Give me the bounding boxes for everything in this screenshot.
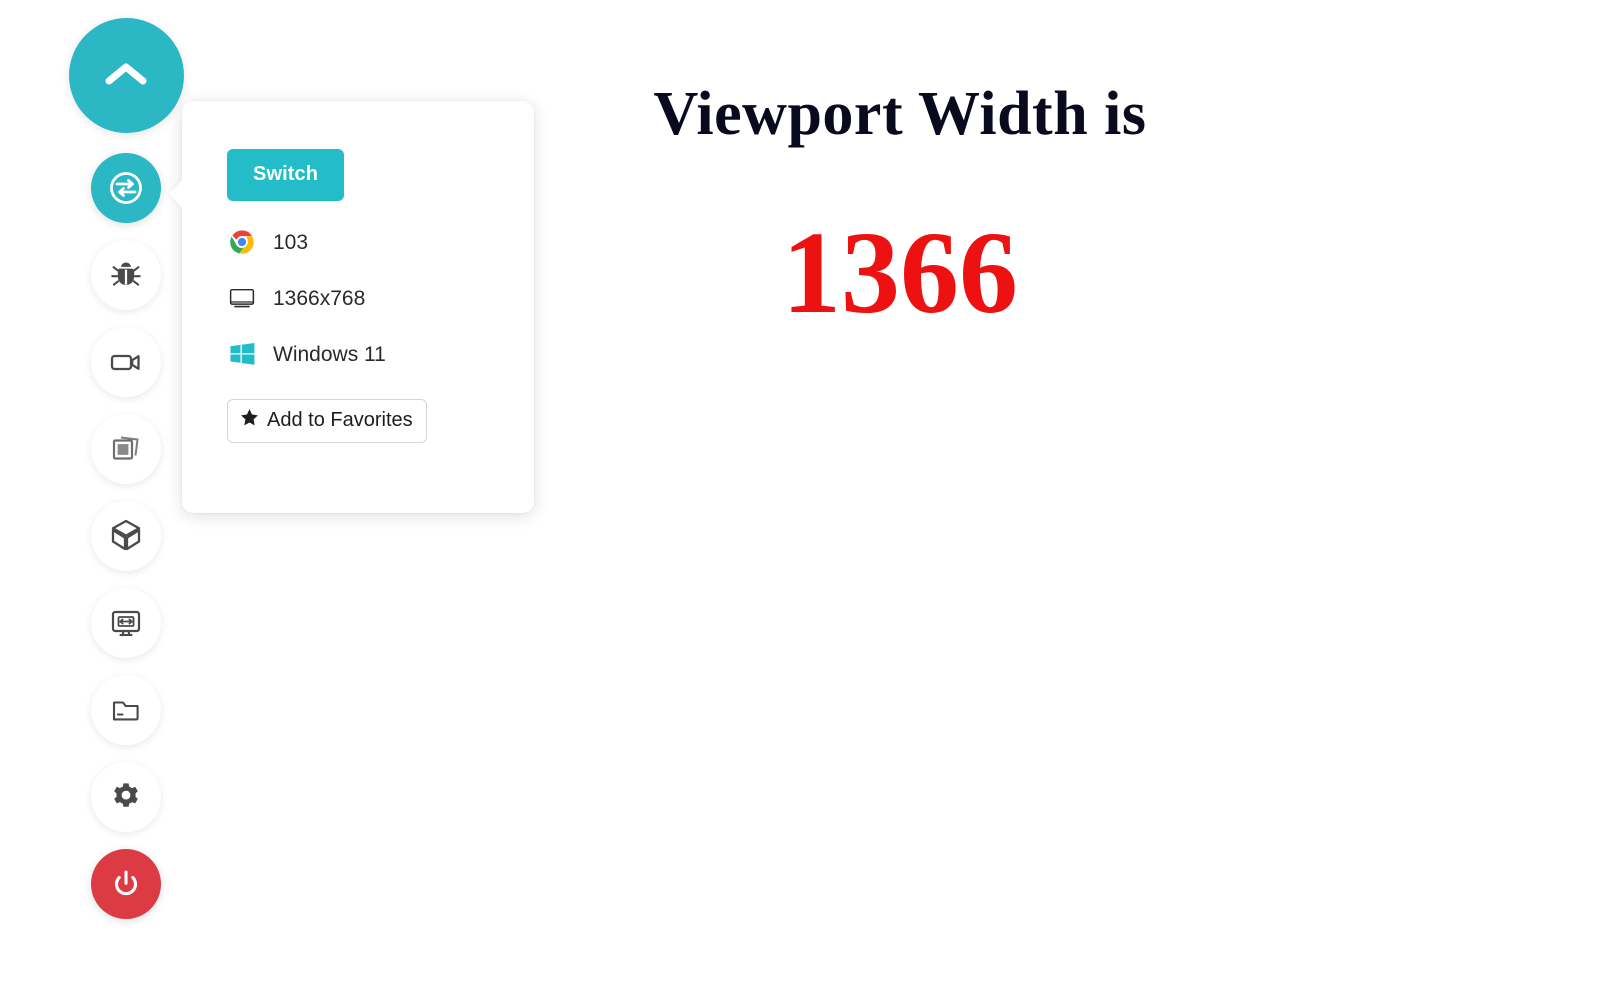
add-to-favorites-label: Add to Favorites [267,409,413,431]
switch-arrows-icon [106,168,146,208]
chevron-up-icon [103,59,149,92]
sidebar-item-bug[interactable] [91,240,161,310]
chrome-icon [227,227,257,257]
star-icon [239,407,260,434]
sidebar-item-screenshots[interactable] [91,414,161,484]
sidebar-item-settings[interactable] [91,762,161,832]
monitor-icon [227,283,257,313]
viewport-width-title: Viewport Width is [653,80,1147,148]
responsive-monitor-icon [108,605,144,641]
device-info-popup: Switch 103 1366x768 Windows 11 Add to Fa… [169,101,534,513]
stacked-screenshots-icon [109,432,143,466]
power-icon [109,867,143,901]
sidebar-rail [68,18,184,919]
sidebar-item-files[interactable] [91,675,161,745]
gear-icon [109,780,143,814]
app-stage: Switch 103 1366x768 Windows 11 Add to Fa… [0,0,1600,982]
bug-icon [109,258,143,292]
windows-logo-icon [227,339,257,369]
info-row-resolution: 1366x768 [227,283,534,313]
main-content: Viewport Width is 1366 [600,80,1200,332]
browser-version-label: 103 [273,230,309,254]
info-row-browser: 103 [227,227,534,257]
folder-icon [109,693,143,727]
cube-box-icon [107,517,145,555]
switch-button[interactable]: Switch [227,149,345,201]
os-label: Windows 11 [273,342,386,366]
collapse-toggle-button[interactable] [68,18,184,133]
sidebar-item-switch[interactable] [91,153,161,223]
sidebar-item-power[interactable] [91,849,161,919]
add-to-favorites-button[interactable]: Add to Favorites [227,399,427,443]
video-camera-icon [108,344,144,380]
sidebar-item-video-recorder[interactable] [91,327,161,397]
resolution-label: 1366x768 [273,286,366,310]
sidebar-item-local-testing[interactable] [91,501,161,571]
sidebar-item-responsive[interactable] [91,588,161,658]
viewport-width-value: 1366 [782,207,1018,339]
popup-arrow [169,179,183,209]
info-row-os: Windows 11 [227,339,534,369]
